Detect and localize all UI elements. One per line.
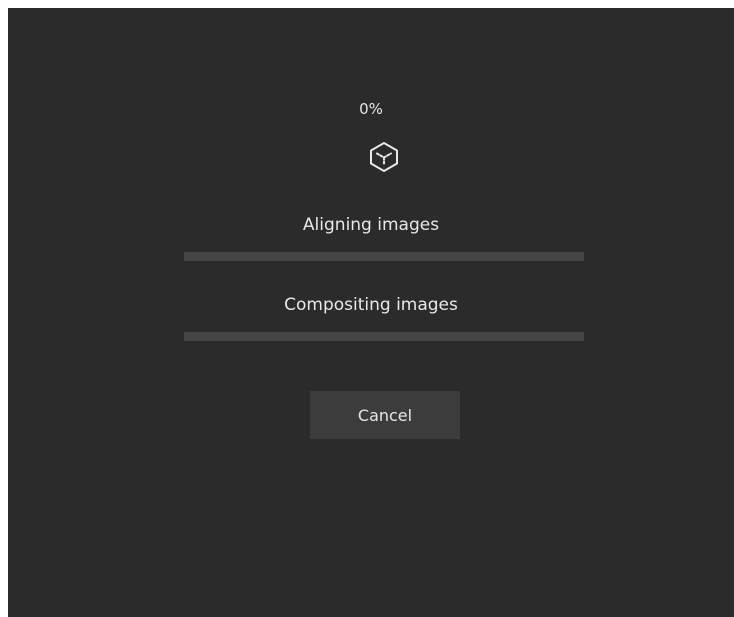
progress-dialog: 0% Aligning images Compositing images Ca…	[8, 8, 734, 617]
task-label-aligning: Aligning images	[302, 215, 440, 235]
progress-percent: 0%	[359, 100, 383, 118]
aligning-progress-bar	[184, 252, 584, 261]
task-label-compositing: Compositing images	[284, 295, 458, 315]
cube-icon	[370, 142, 398, 172]
compositing-progress-bar	[184, 332, 584, 341]
cancel-button[interactable]: Cancel	[310, 391, 460, 439]
